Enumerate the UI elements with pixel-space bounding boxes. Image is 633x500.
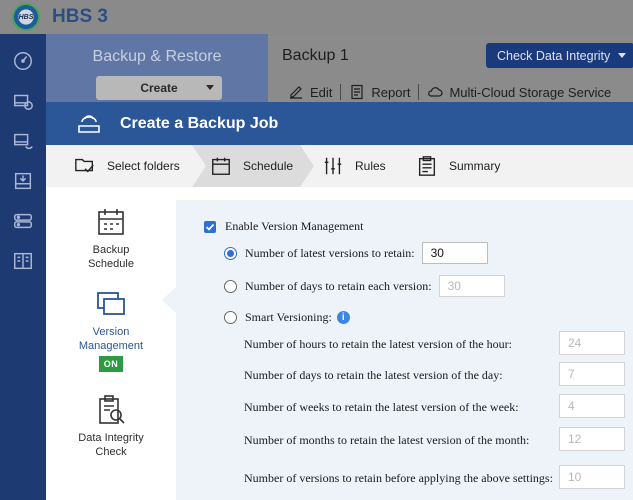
create-button[interactable]: Create [96,76,222,100]
weeks-retain-label: Number of weeks to retain the latest ver… [244,400,519,414]
info-icon[interactable]: i [336,311,350,324]
days-retain-row: Number of days to retain each version: 3… [224,275,505,297]
step-summary[interactable]: Summary [416,145,526,187]
multi-cloud-action[interactable]: Multi-Cloud Storage Service [427,84,611,100]
sliders-icon [324,157,342,175]
step-label: Rules [355,159,386,173]
latest-versions-label: Number of latest versions to retain: [245,245,415,260]
versions-before-apply-label: Number of versions to retain before appl… [244,471,553,485]
report-action[interactable]: Report [349,84,410,100]
report-label: Report [371,84,411,100]
step-label: Summary [449,159,501,173]
smart-versioning-radio[interactable] [224,311,237,324]
days-retain-input[interactable]: 30 [438,275,505,297]
days-of-day-retain-label: Number of days to retain the latest vers… [244,368,503,382]
hours-retain-label: Number of hours to retain the latest ver… [244,337,512,351]
versions-before-apply-input[interactable]: 10 [559,465,625,489]
tab-label-line2: Schedule [88,258,134,270]
nav-overview-icon[interactable] [9,48,37,74]
app-topbar: HBS HBS 3 [0,0,633,34]
tab-label-line2: Check [95,446,127,458]
calendar-icon [98,209,124,235]
nav-sync-icon[interactable] [9,128,37,154]
job-header: Backup 1 Check Data Integrity Edit Repor… [268,34,633,104]
left-nav [0,34,46,500]
weeks-retain-input[interactable]: 4 [559,394,625,418]
create-label: Create [140,81,178,95]
hours-retain-input[interactable]: 24 [559,331,625,355]
backup-job-icon [78,114,100,133]
clipboard-icon [418,156,436,176]
tab-label-line1: Version [92,326,130,338]
divider [418,84,420,100]
panel-title: Backup & Restore [92,48,222,65]
edit-action[interactable]: Edit [288,84,332,100]
dialog-body: Backup Schedule Version Management ON Da… [46,187,633,500]
check-data-integrity-button[interactable]: Check Data Integrity [486,43,633,68]
smart-versioning-label: Smart Versioning: [245,310,332,324]
latest-versions-row: Number of latest versions to retain: 30 [224,242,488,264]
dialog-title: Create a Backup Job [120,114,279,132]
caret-down-icon [618,53,626,58]
step-label: Select folders [107,159,180,173]
status-badge: ON [98,356,124,372]
tab-label-line1: Data Integrity [78,432,144,444]
dialog-header: Create a Backup Job [46,102,633,145]
clipboard-search-icon [99,395,125,424]
logo-text: HBS [18,13,34,21]
cloud-icon [428,87,443,97]
job-title: Backup 1 [282,47,349,64]
wizard-steps: Select folders Schedule Rules Summary [46,145,633,187]
backup-restore-panel: Backup & Restore Create [46,34,268,104]
nav-logs-icon[interactable] [9,248,37,274]
version-management-panel: Enable Version Management Number of late… [176,200,633,500]
nav-storage-icon[interactable] [9,208,37,234]
calendar-icon [212,157,230,175]
settings-side-tabs: Backup Schedule Version Management ON Da… [46,187,176,500]
side-tab-backup-schedule[interactable]: Backup Schedule [46,207,176,271]
months-retain-label: Number of months to retain the latest ve… [244,433,530,447]
months-retain-input[interactable]: 12 [559,427,625,451]
step-select-folders[interactable]: Select folders [74,145,206,187]
tab-label-line1: Backup [92,244,130,256]
latest-versions-input[interactable]: 30 [421,242,488,264]
edit-label: Edit [310,84,333,100]
edit-icon [290,86,302,99]
step-schedule[interactable]: Schedule [192,145,314,187]
report-icon [351,84,364,100]
latest-versions-radio[interactable] [224,246,237,260]
divider [340,84,342,100]
days-retain-radio[interactable] [224,279,237,293]
step-label: Schedule [243,159,294,173]
app-title: HBS 3 [52,6,108,27]
job-actions: Edit Report Multi-Cloud Storage Service [288,84,611,100]
enable-version-checkbox[interactable] [204,220,216,233]
side-tab-version-management[interactable]: Version Management ON [46,289,176,372]
nav-backup-icon[interactable] [9,88,37,114]
step-rules[interactable]: Rules [322,145,412,187]
active-tab-pointer [162,287,176,313]
multi-cloud-label: Multi-Cloud Storage Service [449,84,612,100]
smart-versioning-row: Smart Versioning: i [224,310,350,325]
caret-down-icon [206,85,214,90]
days-retain-label: Number of days to retain each version: [245,278,432,293]
tab-label-line2: Management [78,340,144,352]
days-of-day-retain-input[interactable]: 7 [559,362,625,386]
windows-icon [97,292,125,315]
nav-restore-icon[interactable] [9,168,37,194]
check-integrity-label: Check Data Integrity [497,48,611,63]
create-backup-job-dialog: Create a Backup Job Select folders Sched… [46,102,633,500]
enable-version-label: Enable Version Management [225,219,364,233]
folder-check-icon [75,158,94,173]
hbs-logo: HBS [12,3,40,31]
side-tab-data-integrity-check[interactable]: Data Integrity Check [46,395,176,459]
enable-version-row: Enable Version Management [204,219,363,234]
